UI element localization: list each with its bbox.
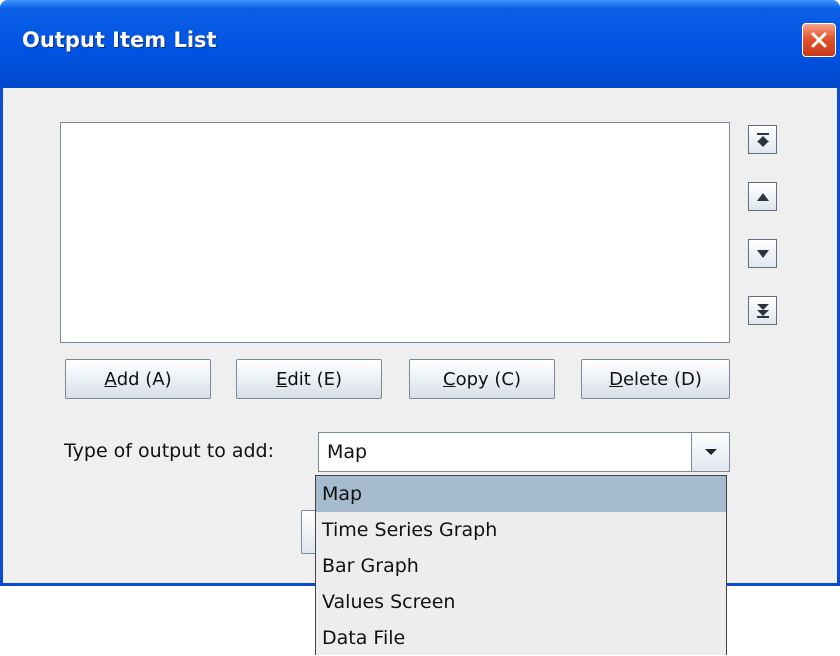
edit-button[interactable]: Edit (E) (236, 359, 382, 399)
dropdown-option-values-screen[interactable]: Values Screen (316, 584, 726, 620)
move-to-bottom-icon (756, 303, 769, 318)
move-down-icon (756, 249, 769, 258)
dropdown-button[interactable] (691, 433, 729, 471)
edit-label: dit (E) (287, 368, 342, 390)
window-title: Output Item List (22, 28, 217, 52)
delete-mnemonic: D (609, 368, 623, 390)
dropdown-option-time-series-graph[interactable]: Time Series Graph (316, 512, 726, 548)
move-to-top-icon (756, 132, 769, 147)
output-items-list[interactable] (60, 122, 730, 343)
dropdown-option-data-file[interactable]: Data File (316, 620, 726, 656)
delete-button[interactable]: Delete (D) (581, 359, 730, 399)
move-to-top-button[interactable] (748, 125, 777, 154)
dropdown-option-bar-graph[interactable]: Bar Graph (316, 548, 726, 584)
move-up-icon (756, 192, 769, 201)
delete-label: elete (D) (622, 368, 702, 390)
output-type-label: Type of output to add: (64, 440, 275, 462)
add-button[interactable]: Add (A) (65, 359, 211, 399)
copy-button[interactable]: Copy (C) (409, 359, 555, 399)
output-type-dropdown-list[interactable]: Map Time Series Graph Bar Graph Values S… (315, 475, 727, 655)
add-mnemonic: A (104, 368, 117, 390)
dropdown-option-map[interactable]: Map (316, 476, 726, 512)
output-type-select[interactable]: Map (318, 432, 730, 472)
move-to-bottom-button[interactable] (748, 296, 777, 325)
edit-mnemonic: E (276, 368, 288, 390)
copy-label: opy (C) (455, 368, 521, 390)
close-icon (811, 32, 827, 48)
output-type-value: Map (327, 441, 368, 463)
move-down-button[interactable] (748, 239, 777, 268)
add-label: dd (A) (116, 368, 172, 390)
title-bar[interactable]: Output Item List (0, 0, 840, 88)
close-button[interactable] (802, 23, 836, 57)
chevron-down-icon (704, 449, 717, 455)
move-up-button[interactable] (748, 182, 777, 211)
copy-mnemonic: C (442, 368, 456, 390)
